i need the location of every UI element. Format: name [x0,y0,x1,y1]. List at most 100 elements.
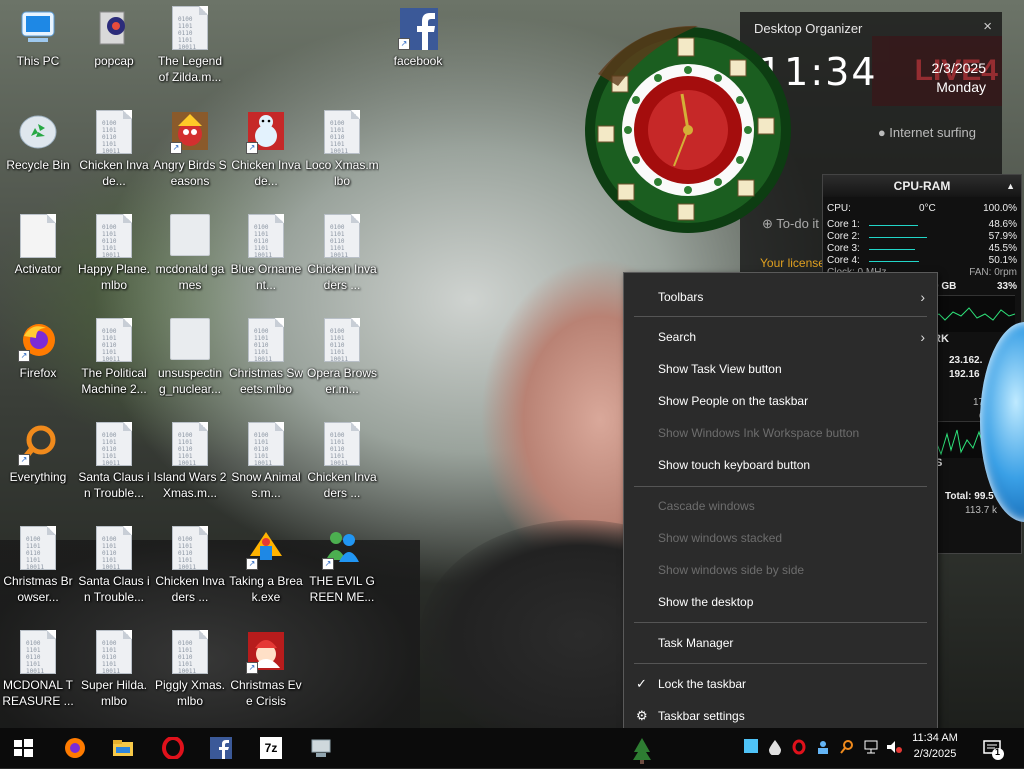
menu-item-toolbars[interactable]: Toolbars › [624,283,937,311]
desktop-icon-island-wars[interactable]: 0100 1101 0110 1101 10011 Island Wars 2 … [153,422,227,501]
desktop-icon-chicken-invaders-2[interactable]: ↗ Chicken Invade... [229,110,303,189]
desktop-icon-chicken-invaders-3[interactable]: 0100 1101 0110 1101 10011 Chicken Invade… [305,214,379,293]
tray-christmas-tree-icon[interactable] [632,736,652,764]
internet-surfing-label[interactable]: ● Internet surfing [878,125,976,140]
core-1-bar [869,225,918,226]
desktop-icon-activator[interactable]: Activator [1,214,75,277]
organizer-date: 2/3/2025 [931,60,987,76]
desktop-icon-santa-claus-1[interactable]: 0100 1101 0110 1101 10011 Santa Claus in… [77,422,151,501]
desktop-icon-santa-claus-2[interactable]: 0100 1101 0110 1101 10011 Santa Claus in… [77,526,151,605]
notification-count: 1 [995,747,1001,757]
menu-item-show-people[interactable]: Show People on the taskbar [624,387,937,415]
taskbar-7zip[interactable]: 7z [248,728,292,768]
desktop-icon-piggly-xmas[interactable]: 0100 1101 0110 1101 10011 Piggly Xmas.ml… [153,630,227,709]
shortcut-arrow-icon: ↗ [18,350,30,362]
firefox-icon: ↗ [18,318,58,362]
tray-everything-icon[interactable] [840,739,854,755]
globe-icon: ● [877,125,890,140]
menu-separator [634,622,927,623]
desktop-icon-mcdonal-treasure[interactable]: 0100 1101 0110 1101 10011 MCDONAL TREASU… [1,630,75,709]
snowman-icon: ↗ [246,110,286,154]
angry-birds-icon: ↗ [170,110,210,154]
desktop-icon-snow-animals[interactable]: 0100 1101 0110 1101 10011 Snow Animals.m… [229,422,303,501]
network-drive-icon [311,739,331,757]
core-3-row: Core 3: 45.5% [827,243,1017,254]
taskbar-facebook[interactable] [198,728,242,768]
desktop-icon-loco-xmas[interactable]: 0100 1101 0110 1101 10011 Loco Xmas.mlbo [305,110,379,189]
taskbar-firefox[interactable] [52,728,96,768]
file-icon: 0100 1101 0110 1101 10011 [322,318,362,363]
desktop-icon-political-machine[interactable]: 0100 1101 0110 1101 10011 The Political … [77,318,151,397]
menu-item-task-manager[interactable]: Task Manager [624,629,937,657]
menu-item-show-windows-side-by-side: Show windows side by side [658,563,805,577]
organizer-close-icon[interactable]: × [983,18,992,35]
menu-item-show-task-view-button[interactable]: Show Task View button [624,355,937,383]
desktop-icon-this-pc[interactable]: This PC [1,6,75,69]
desktop-icon-taking-a-break[interactable]: ↗ Taking a Break.exe [229,526,303,605]
core-2-row: Core 2: 57.9% [827,231,1017,242]
desktop-icon-christmas-eve-crisis[interactable]: ↗ Christmas Eve Crisis [229,630,303,709]
menu-item-show-touch-keyboard[interactable]: Show touch keyboard button [624,451,937,479]
taskbar-file-explorer[interactable] [100,728,144,768]
notification-center-button[interactable]: 1 [982,738,1004,760]
start-icon [14,739,33,757]
file-icon: 0100 1101 0110 1101 10011 [170,6,210,51]
desktop-icon-angry-birds-seasons[interactable]: ↗ Angry Birds Seasons [153,110,227,189]
menu-item-lock-taskbar[interactable]: ✓ Lock the taskbar [624,670,937,698]
menu-item-taskbar-settings[interactable]: ⚙ Taskbar settings [624,702,937,728]
desktop-icon-recycle-bin[interactable]: Recycle Bin [1,110,75,173]
taskbar-clock[interactable]: 11:34 AM 2/3/2025 [906,730,964,762]
taking-a-break-icon: ↗ [246,526,286,570]
desktop-icon-firefox[interactable]: ↗ Firefox [1,318,75,381]
desktop-icon-chicken-invaders-4[interactable]: 0100 1101 0110 1101 10011 Chicken Invade… [153,526,227,605]
desktop-icon-opera-browser[interactable]: 0100 1101 0110 1101 10011 Opera Browser.… [305,318,379,397]
menu-item-search[interactable]: Search › [624,323,937,351]
tray-network-icon[interactable] [864,739,878,755]
collapse-arrow-icon: ▲ [1006,181,1015,191]
desktop[interactable]: This PC Recycle Bin Activator ↗ Firefox … [0,0,1024,728]
santa-icon: ↗ [246,630,286,674]
start-button[interactable] [0,728,44,768]
shortcut-arrow-icon: ↗ [246,662,258,674]
shortcut-arrow-icon: ↗ [322,558,334,570]
facebook-icon: ↗ [398,6,444,52]
christmas-wreath-clock-widget[interactable] [578,14,800,236]
desktop-icon-chicken-invaders-5[interactable]: 0100 1101 0110 1101 10011 Chicken Invade… [305,422,379,501]
desktop-icon-christmas-browser[interactable]: 0100 1101 0110 1101 10011 Christmas Brow… [1,526,75,605]
file-icon: 0100 1101 0110 1101 10011 [246,318,286,363]
tray-opera-icon[interactable] [792,739,806,755]
firefox-icon [65,738,85,758]
taskbar-opera[interactable] [150,728,194,768]
desktop-icon-legend-of-zilda[interactable]: 0100 1101 0110 1101 10011 The Legend of … [153,6,227,85]
desktop-icon-happy-plane[interactable]: 0100 1101 0110 1101 10011 Happy Plane.ml… [77,214,151,293]
file-icon: 0100 1101 0110 1101 10011 [18,526,58,571]
desktop-icon-popcap[interactable]: popcap [77,6,151,69]
file-icon: 0100 1101 0110 1101 10011 [246,214,286,259]
license-notice[interactable]: Your license [760,256,825,270]
menu-item-show-desktop[interactable]: Show the desktop [624,588,937,616]
file-icon: 0100 1101 0110 1101 10011 [170,630,210,675]
taskbar[interactable]: 7z 11:34 AM 2/3/2025 1 [0,728,1024,768]
desktop-icon-everything[interactable]: ↗ Everything [1,422,75,485]
desktop-icon-chicken-invaders-1[interactable]: 0100 1101 0110 1101 10011 Chicken Invade… [77,110,151,189]
tray-display-icon[interactable] [744,739,758,753]
desktop-icon-unsuspecting-nuclear[interactable]: unsuspectin g_nuclear... [153,318,227,397]
core-3-bar [869,249,915,250]
cpu-ram-title: CPU-RAM ▲ [823,175,1021,197]
facebook-icon [210,737,232,759]
menu-separator [634,486,927,487]
tray-volume-muted-icon[interactable] [886,739,902,755]
chevron-right-icon: › [920,289,925,305]
desktop-icon-blue-ornament[interactable]: 0100 1101 0110 1101 10011 Blue Ornament.… [229,214,303,293]
desktop-icon-evil-green-me[interactable]: ↗ THE EVIL GREEN ME... [305,526,379,605]
desktop-icon-mcdonald-games[interactable]: mcdonald games [153,214,227,293]
file-icon: 0100 1101 0110 1101 10011 [94,526,134,571]
tray-people-icon[interactable] [816,739,830,755]
menu-separator [634,316,927,317]
desktop-icon-christmas-sweets[interactable]: 0100 1101 0110 1101 10011 Christmas Swee… [229,318,303,397]
tray-droplet-icon[interactable] [768,739,782,756]
desktop-icon-super-hilda[interactable]: 0100 1101 0110 1101 10011 Super Hilda.ml… [77,630,151,709]
desktop-icon-facebook[interactable]: ↗ facebook [381,6,455,69]
taskbar-network-app[interactable] [298,728,342,768]
folder-icon [170,214,210,258]
